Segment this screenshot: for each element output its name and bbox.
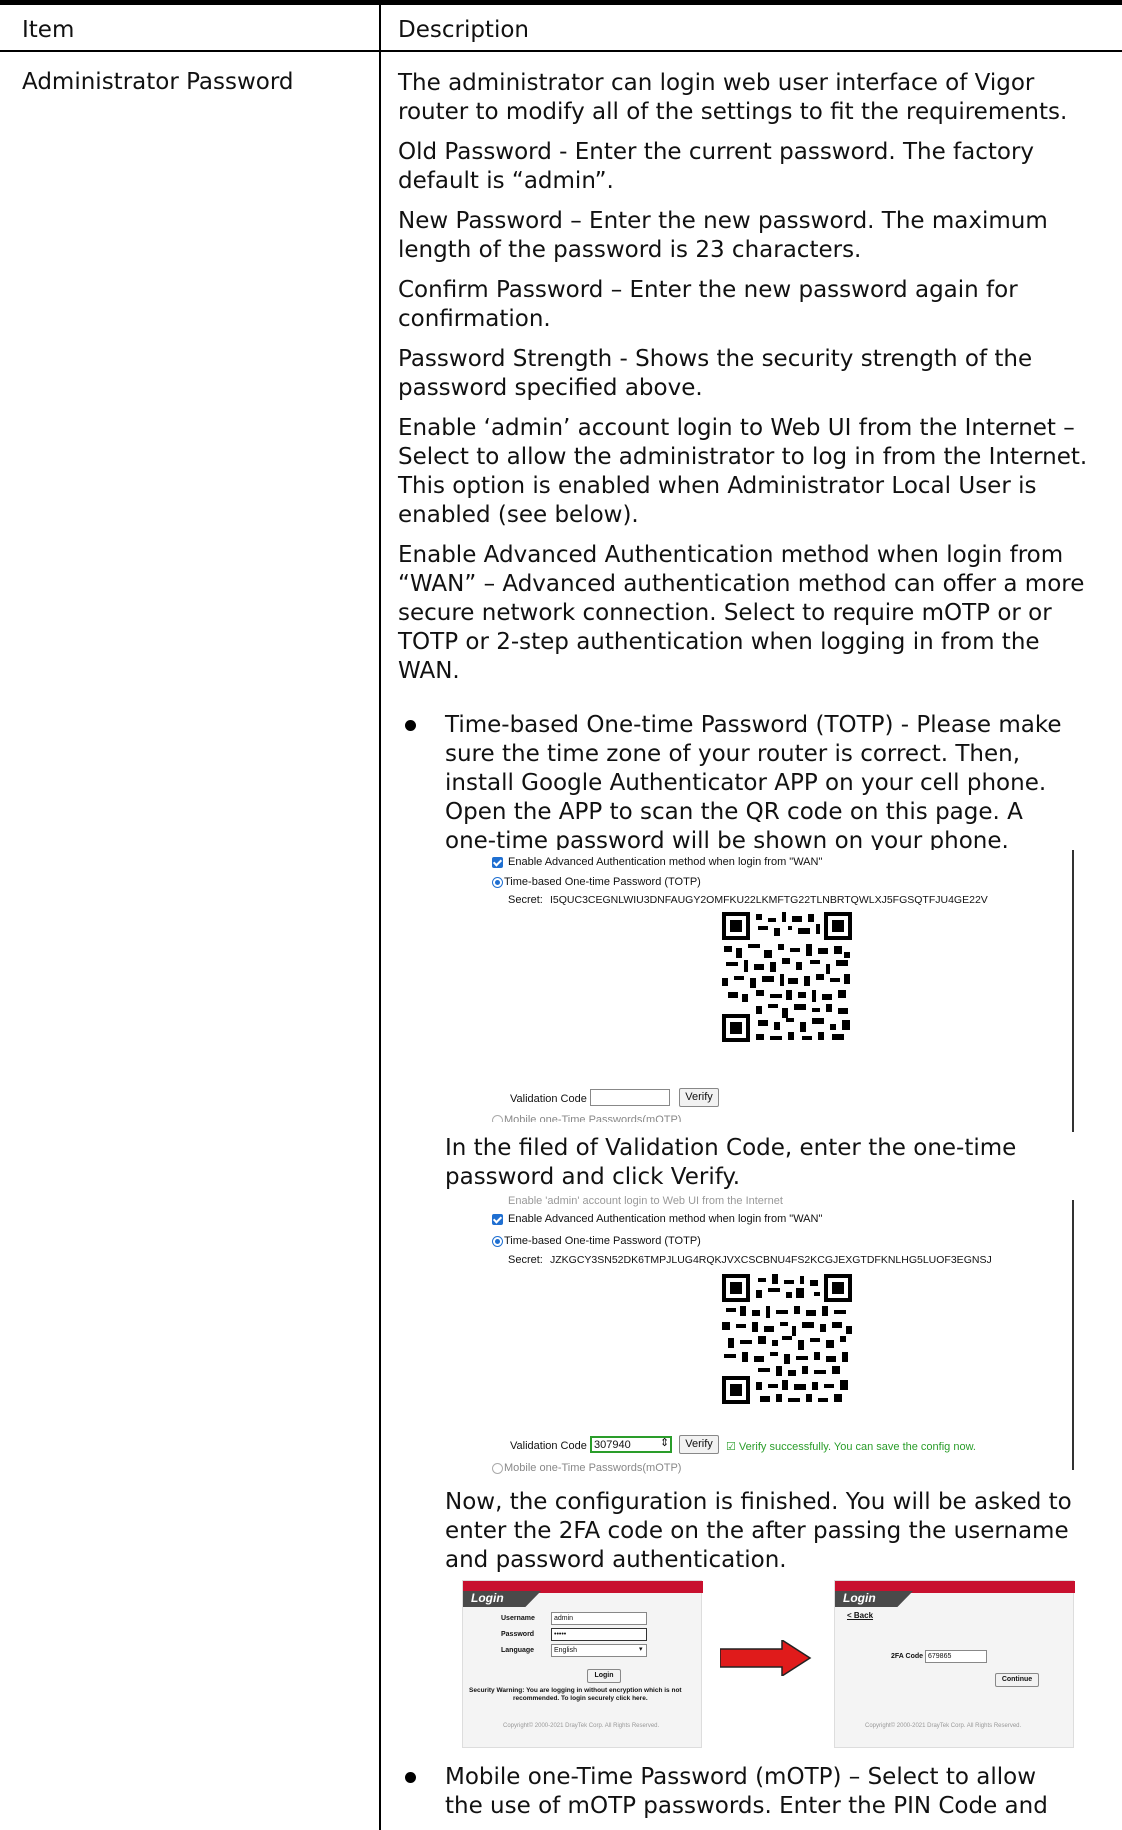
- chevron-down-icon: ▾: [639, 1646, 643, 1653]
- qr-code-icon: [722, 1274, 852, 1404]
- password-input[interactable]: •••••: [551, 1628, 647, 1641]
- copyright-text: Copyright© 2000-2021 DrayTek Corp. All R…: [865, 1723, 1022, 1729]
- column-header-item: Item: [22, 17, 75, 43]
- verify-success-message: ☑ Verify successfully. You can save the …: [726, 1441, 976, 1453]
- validation-code-label: Validation Code: [510, 1093, 587, 1105]
- bullet-point-totp: [405, 720, 416, 731]
- table-top-border: [0, 0, 1122, 5]
- column-header-description: Description: [398, 17, 529, 43]
- back-link[interactable]: < Back: [847, 1611, 873, 1620]
- secret-value: I5QUC3CEGNLWIU3DNFAUGY2OMFKU22LKMFTG22TL…: [550, 894, 988, 906]
- screenshot-crop-mask: [482, 1122, 1072, 1132]
- enable-advanced-auth-label: Enable Advanced Authentication method wh…: [508, 856, 823, 868]
- motp-radio[interactable]: [492, 1463, 503, 1474]
- twofa-code-label: 2FA Code: [891, 1653, 924, 1660]
- totp-radio[interactable]: [492, 877, 503, 888]
- right-arrow-icon: [720, 1640, 812, 1676]
- login2-title: Login: [843, 1591, 876, 1605]
- continue-button[interactable]: Continue: [995, 1673, 1039, 1687]
- language-label: Language: [501, 1647, 535, 1654]
- secret-label: Secret:: [508, 894, 543, 906]
- validation-code-label: Validation Code: [510, 1440, 587, 1452]
- enable-advanced-auth-checkbox[interactable]: [492, 857, 503, 868]
- totp-radio[interactable]: [492, 1236, 503, 1247]
- enable-admin-login-label: Enable 'admin' account login to Web UI f…: [508, 1195, 783, 1207]
- username-label: Username: [501, 1615, 535, 1622]
- login-button[interactable]: Login: [587, 1669, 621, 1683]
- password-label: Password: [501, 1631, 535, 1638]
- security-warning-line1: Security Warning: You are logging in wit…: [469, 1687, 682, 1694]
- qr-code-icon: [722, 912, 852, 1042]
- twofa-code-input[interactable]: 679865: [925, 1650, 987, 1663]
- verify-button[interactable]: Verify: [679, 1435, 719, 1454]
- totp-verified-screenshot: Enable 'admin' account login to Web UI f…: [482, 1195, 1074, 1474]
- secret-label: Secret:: [508, 1254, 543, 1266]
- item-name: Administrator Password: [22, 69, 294, 95]
- column-divider: [379, 5, 381, 1830]
- totp-radio-label: Time-based One-time Password (TOTP): [504, 1235, 701, 1247]
- screenshot-border: [1072, 850, 1074, 1132]
- header-divider: [0, 50, 1122, 52]
- copyright-text: Copyright© 2000-2021 DrayTek Corp. All R…: [503, 1723, 660, 1729]
- totp-setup-screenshot: Enable Advanced Authentication method wh…: [482, 850, 1074, 1132]
- login-flow-screenshot: Login Username admin Password ••••• Lang…: [462, 1580, 1075, 1748]
- secret-value: JZKGCY3SN52DK6TMPJLUG4RQKJVXCSCBNU4FS2KC…: [550, 1254, 992, 1266]
- username-input[interactable]: admin: [551, 1612, 647, 1625]
- login-title: Login: [471, 1591, 504, 1605]
- twofa-login-panel: Login < Back 2FA Code 679865 Continue Co…: [834, 1580, 1075, 1748]
- verify-button[interactable]: Verify: [679, 1088, 719, 1107]
- screenshot-border: [1072, 1200, 1074, 1470]
- login-panel: Login Username admin Password ••••• Lang…: [462, 1580, 703, 1748]
- security-warning-line2: recommended. To login securely click her…: [513, 1695, 648, 1702]
- spinner-arrows-icon[interactable]: ⇕: [660, 1436, 669, 1449]
- enable-advanced-auth-checkbox[interactable]: [492, 1214, 503, 1225]
- totp-radio-label: Time-based One-time Password (TOTP): [504, 876, 701, 888]
- language-select[interactable]: English: [551, 1644, 647, 1657]
- motp-radio-label: Mobile one-Time Passwords(mOTP): [504, 1462, 682, 1474]
- enable-advanced-auth-label: Enable Advanced Authentication method wh…: [508, 1213, 823, 1225]
- bullet-point-motp: [405, 1772, 416, 1783]
- validation-code-input[interactable]: [590, 1089, 670, 1106]
